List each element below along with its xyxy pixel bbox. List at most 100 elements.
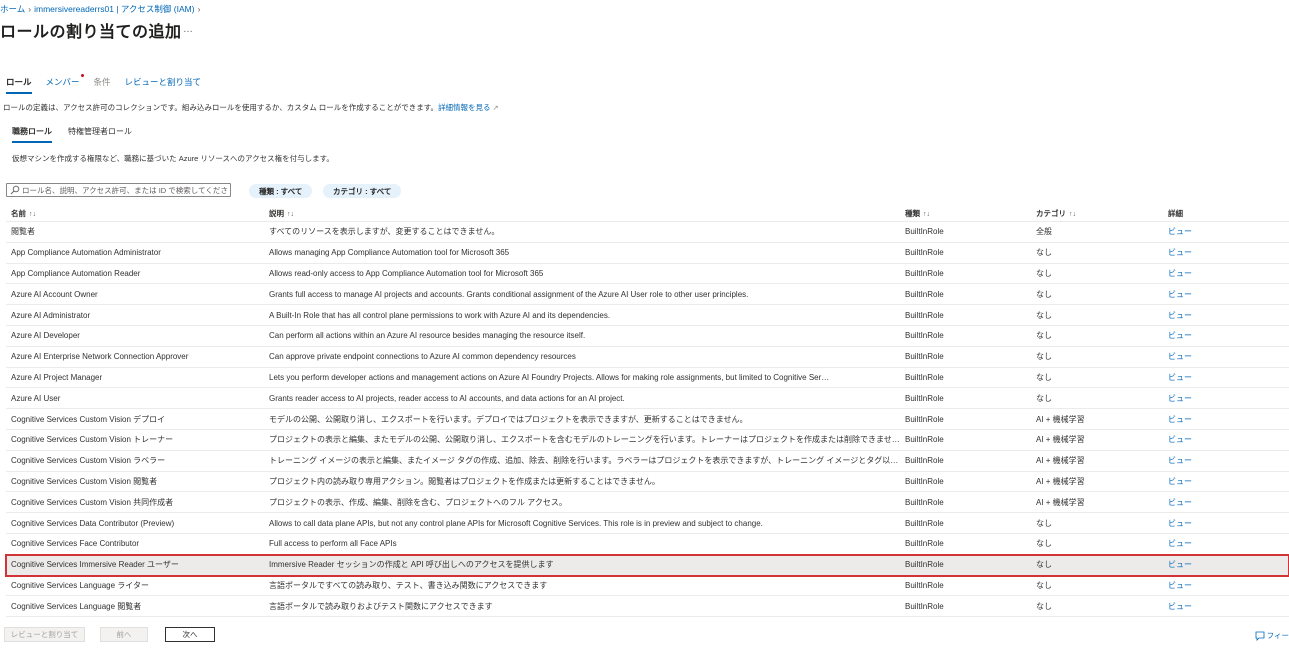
role-category: なし bbox=[1036, 310, 1052, 320]
role-name: Cognitive Services Data Contributor (Pre… bbox=[11, 518, 175, 528]
tab-members-label: メンバー bbox=[45, 77, 80, 87]
tab-conditions[interactable]: 条件 bbox=[94, 76, 111, 94]
role-type: BuiltInRole bbox=[905, 456, 944, 466]
view-details-link[interactable]: ビュー bbox=[1163, 247, 1289, 258]
search-icon bbox=[10, 185, 20, 195]
role-description: モデルの公開、公開取り消し、エクスポートを行います。デプロイではプロジェクトを表… bbox=[269, 414, 748, 424]
table-row[interactable]: Cognitive Services Custom Vision デプロイ モデル… bbox=[6, 409, 1289, 430]
role-name: Cognitive Services Custom Vision デプロイ bbox=[11, 414, 166, 424]
view-details-link[interactable]: ビュー bbox=[1163, 226, 1289, 237]
feedback-link[interactable]: フィー bbox=[1255, 630, 1289, 641]
role-name: 閲覧者 bbox=[11, 227, 35, 237]
next-button[interactable]: 次へ bbox=[165, 627, 215, 642]
table-row[interactable]: App Compliance Automation Reader Allows r… bbox=[6, 264, 1289, 285]
table-row[interactable]: Cognitive Services Face Contributor Full … bbox=[6, 534, 1289, 555]
view-details-link[interactable]: ビュー bbox=[1163, 601, 1289, 612]
sort-icon: ↑↓ bbox=[1069, 211, 1076, 218]
role-description: プロジェクトの表示と編集、またモデルの公開、公開取り消し、エクスポートを含むモデ… bbox=[269, 435, 900, 445]
role-description: Allows managing App Compliance Automatio… bbox=[269, 248, 510, 258]
roles-table: 名前 ↑↓ 説明 ↑↓ 種類 ↑↓ カテゴリ ↑↓ 詳細 閲覧者 すべてのリソースを表示し… bbox=[5, 206, 1289, 618]
view-details-link[interactable]: ビュー bbox=[1163, 372, 1289, 383]
tab-job-function-roles[interactable]: 職務ロール bbox=[12, 126, 52, 143]
table-row[interactable]: 閲覧者 すべてのリソースを表示しますが、変更することはできません。 BuiltInR… bbox=[6, 222, 1289, 243]
table-row[interactable]: Cognitive Services Custom Vision 閲覧者 プロジェ… bbox=[6, 472, 1289, 493]
role-name: App Compliance Automation Reader bbox=[11, 268, 141, 278]
role-category: なし bbox=[1036, 268, 1052, 278]
view-details-link[interactable]: ビュー bbox=[1163, 414, 1289, 425]
column-header-description[interactable]: 説明 ↑↓ bbox=[264, 208, 900, 219]
table-row[interactable]: Azure AI Project Manager Lets you perform… bbox=[6, 368, 1289, 389]
role-name: Cognitive Services Custom Vision トレーナー bbox=[11, 435, 174, 445]
role-description: プロジェクト内の読み取り専用アクション。閲覧者はプロジェクトを作成または更新する… bbox=[269, 476, 660, 486]
role-search-box[interactable] bbox=[6, 183, 231, 197]
table-row[interactable]: Cognitive Services Data Contributor (Pre… bbox=[6, 513, 1289, 534]
table-row[interactable]: App Compliance Automation Administrator A… bbox=[6, 243, 1289, 264]
table-row[interactable]: Cognitive Services Custom Vision トレーナー プロ… bbox=[6, 430, 1289, 451]
view-details-link[interactable]: ビュー bbox=[1163, 580, 1289, 591]
column-header-name[interactable]: 名前 ↑↓ bbox=[6, 208, 264, 219]
table-row[interactable]: Cognitive Services Custom Vision 共同作成者 プロ… bbox=[6, 492, 1289, 514]
role-category: なし bbox=[1036, 352, 1052, 362]
table-row[interactable]: Azure AI Administrator A Built-In Role th… bbox=[6, 305, 1289, 326]
table-row-selected[interactable]: Cognitive Services Immersive Reader ユーザー… bbox=[5, 553, 1289, 577]
column-header-category[interactable]: カテゴリ ↑↓ bbox=[1031, 208, 1163, 219]
table-body: 閲覧者 すべてのリソースを表示しますが、変更することはできません。 BuiltInR… bbox=[5, 222, 1289, 618]
tab-privileged-admin-roles[interactable]: 特権管理者ロール bbox=[68, 126, 132, 143]
role-description: 言語ポータルですべての読み取り、テスト、書き込み関数にアクセスできます bbox=[269, 580, 548, 590]
breadcrumb: ホーム › immersivereaderrs01 | アクセス制御 (IAM) › bbox=[0, 3, 203, 15]
table-row[interactable]: Cognitive Services Custom Vision ラベラー トレー… bbox=[6, 451, 1289, 472]
more-options-button[interactable]: … bbox=[183, 24, 194, 35]
role-type: BuiltInRole bbox=[905, 227, 944, 237]
role-type-tabs: 職務ロール 特権管理者ロール bbox=[12, 126, 148, 143]
review-assign-button[interactable]: レビューと割り当て bbox=[4, 627, 85, 642]
search-input[interactable] bbox=[22, 185, 227, 195]
role-type: BuiltInRole bbox=[905, 393, 944, 403]
breadcrumb-home[interactable]: ホーム bbox=[0, 4, 25, 14]
table-row[interactable]: Cognitive Services Language ライター 言語ポータルです… bbox=[6, 576, 1289, 597]
role-name: Cognitive Services Custom Vision 共同作成者 bbox=[11, 497, 174, 507]
role-category: AI + 機械学習 bbox=[1036, 476, 1085, 486]
role-description: A Built-In Role that has all control pla… bbox=[269, 310, 611, 320]
view-details-link[interactable]: ビュー bbox=[1163, 538, 1289, 549]
view-details-link[interactable]: ビュー bbox=[1163, 476, 1289, 487]
tab-role[interactable]: ロール bbox=[6, 76, 32, 94]
type-filter-pill[interactable]: 種類 : すべて bbox=[249, 184, 313, 198]
view-details-link[interactable]: ビュー bbox=[1163, 289, 1289, 300]
role-category: AI + 機械学習 bbox=[1036, 497, 1085, 507]
description-text: ロールの定義は、アクセス許可のコレクションです。組み込みロールを使用するか、カス… bbox=[3, 103, 439, 112]
view-details-link[interactable]: ビュー bbox=[1163, 434, 1289, 445]
column-name-label: 名前 bbox=[11, 209, 26, 218]
feedback-label: フィー bbox=[1266, 631, 1289, 640]
table-row[interactable]: Azure AI User Grants reader access to AI … bbox=[6, 388, 1289, 410]
column-header-type[interactable]: 種類 ↑↓ bbox=[900, 208, 1031, 219]
view-details-link[interactable]: ビュー bbox=[1163, 559, 1289, 570]
role-type: BuiltInRole bbox=[905, 310, 944, 320]
previous-button[interactable]: 前へ bbox=[100, 627, 148, 642]
view-details-link[interactable]: ビュー bbox=[1163, 351, 1289, 362]
view-details-link[interactable]: ビュー bbox=[1163, 310, 1289, 321]
feedback-icon bbox=[1255, 631, 1265, 641]
category-filter-pill[interactable]: カテゴリ : すべて bbox=[323, 184, 402, 198]
role-type: BuiltInRole bbox=[905, 248, 944, 258]
view-details-link[interactable]: ビュー bbox=[1163, 455, 1289, 466]
column-description-label: 説明 bbox=[269, 209, 284, 218]
breadcrumb-resource[interactable]: immersivereaderrs01 | アクセス制御 (IAM) bbox=[34, 4, 194, 14]
view-details-link[interactable]: ビュー bbox=[1163, 393, 1289, 404]
tab-review-assign[interactable]: レビューと割り当て bbox=[125, 76, 202, 94]
tab-members[interactable]: メンバー bbox=[45, 74, 84, 94]
learn-more-link[interactable]: 詳細情報を見る bbox=[438, 103, 491, 112]
role-category: なし bbox=[1036, 601, 1052, 611]
view-details-link[interactable]: ビュー bbox=[1163, 268, 1289, 279]
role-name: Cognitive Services Language ライター bbox=[11, 580, 149, 590]
role-category: AI + 機械学習 bbox=[1036, 435, 1085, 445]
view-details-link[interactable]: ビュー bbox=[1163, 518, 1289, 529]
role-description: Full access to perform all Face APIs bbox=[269, 539, 397, 549]
view-details-link[interactable]: ビュー bbox=[1163, 330, 1289, 341]
sort-icon: ↑↓ bbox=[923, 211, 930, 218]
table-row[interactable]: Azure AI Developer Can perform all action… bbox=[6, 326, 1289, 347]
table-row[interactable]: Azure AI Account Owner Grants full access… bbox=[6, 284, 1289, 306]
table-row[interactable]: Cognitive Services Language 閲覧者 言語ポータルで読み… bbox=[6, 596, 1289, 618]
table-row[interactable]: Azure AI Enterprise Network Connection A… bbox=[6, 347, 1289, 368]
view-details-link[interactable]: ビュー bbox=[1163, 497, 1289, 508]
role-name: App Compliance Automation Administrator bbox=[11, 248, 161, 258]
